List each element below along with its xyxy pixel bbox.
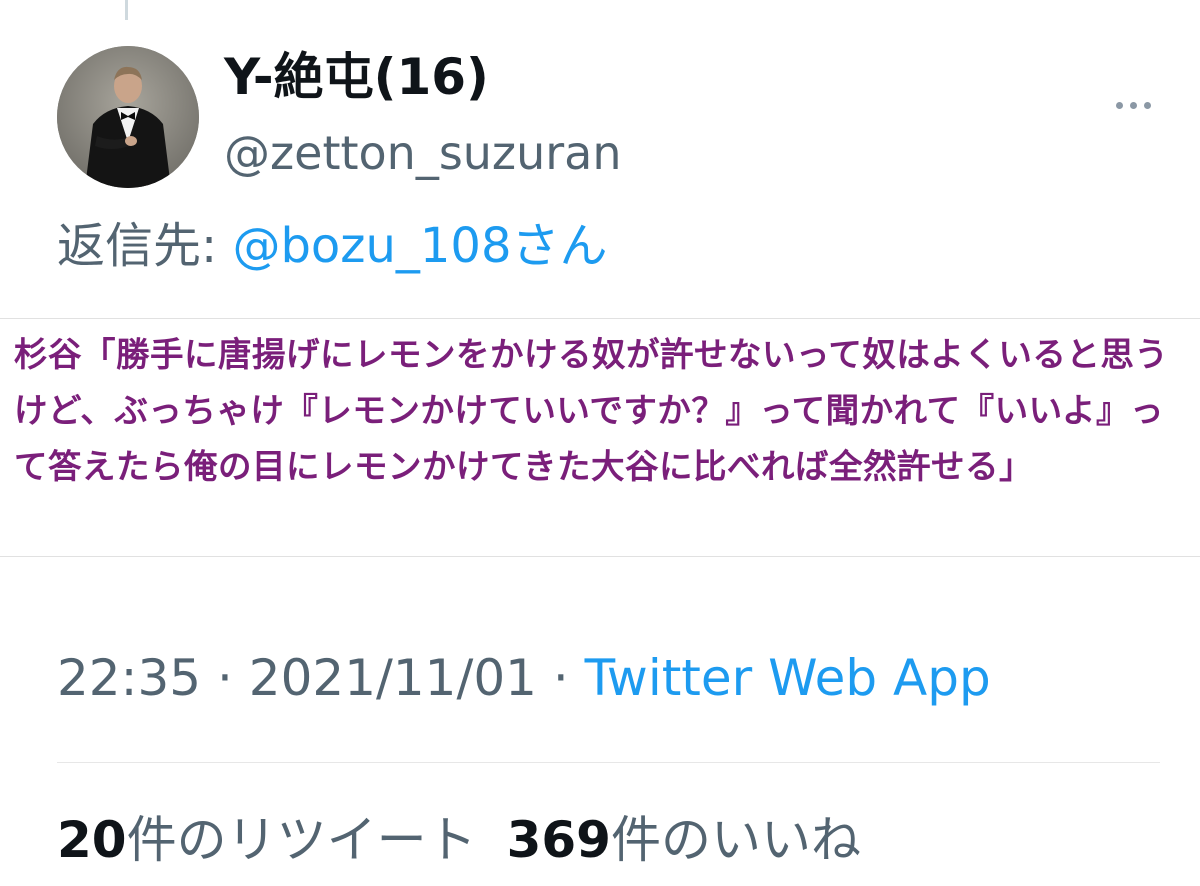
divider (0, 318, 1200, 319)
reply-context: 返信先: @bozu_108さん (57, 218, 608, 276)
like-label: 件のいいね (610, 811, 861, 869)
tweet-text: 杉谷「勝手に唐揚げにレモンをかける奴が許せないって奴はよくいると思うけど、ぶっち… (14, 335, 1169, 486)
tweet-time[interactable]: 22:35 (57, 649, 201, 707)
author-display-name[interactable]: Y-絶屯(16) (224, 50, 489, 105)
retweets-stat[interactable]: 20件のリツイート (57, 811, 477, 869)
divider (0, 556, 1200, 557)
meta-separator: · (201, 649, 249, 707)
more-dot (1143, 101, 1151, 109)
more-options-button[interactable] (1108, 90, 1158, 120)
avatar[interactable] (57, 46, 199, 188)
tweet-source-link[interactable]: Twitter Web App (585, 649, 991, 707)
tweet-date[interactable]: 2021/11/01 (249, 649, 537, 707)
meta-separator: · (536, 649, 585, 707)
retweet-label: 件のリツイート (126, 811, 477, 869)
like-count: 369 (506, 811, 611, 869)
thread-connector-line (125, 0, 128, 20)
more-dot (1129, 101, 1137, 109)
likes-stat[interactable]: 369件のいいね (507, 811, 861, 869)
divider (57, 762, 1160, 763)
profile-photo-icon (57, 46, 199, 188)
tweet-detail: Y-絶屯(16) @zetton_suzuran 返信先: @bozu_108さ… (0, 0, 1200, 886)
engagement-stats: 20件のリツイート 369件のいいね (57, 810, 861, 870)
more-horizontal-icon (1115, 101, 1123, 109)
tweet-metadata: 22:35 · 2021/11/01 · Twitter Web App (57, 648, 991, 708)
author-handle[interactable]: @zetton_suzuran (224, 128, 622, 179)
reply-prefix: 返信先: (57, 218, 233, 274)
retweet-count: 20 (57, 811, 127, 869)
reply-target-link[interactable]: @bozu_108さん (232, 218, 607, 274)
